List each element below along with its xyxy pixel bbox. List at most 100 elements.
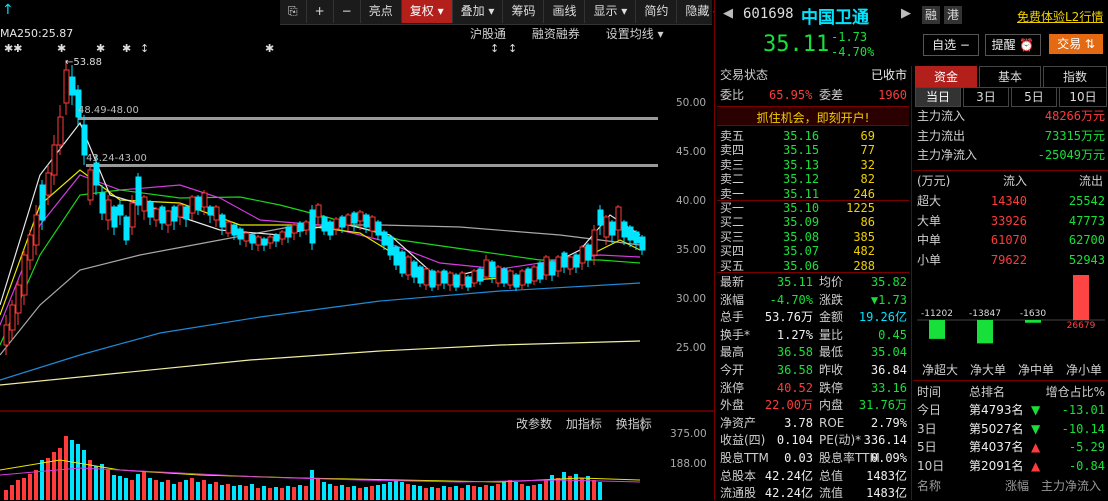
volume-bar <box>298 485 302 500</box>
event-marker[interactable]: ✱✱ <box>4 42 22 55</box>
tab-index[interactable]: 指数 <box>1043 66 1107 88</box>
event-marker[interactable]: ↕ <box>490 42 499 55</box>
flow-row-label: 中单 <box>917 233 942 247</box>
volume-bar <box>436 488 440 500</box>
ma120-line <box>0 282 641 381</box>
candle <box>471 269 478 287</box>
volume-bar <box>592 480 596 500</box>
event-marker[interactable]: ✱ <box>57 42 66 55</box>
tab-basic[interactable]: 基本 <box>979 66 1041 88</box>
candle <box>39 180 46 230</box>
stat-value: 0.03 <box>784 451 813 465</box>
volume-bar <box>454 486 458 500</box>
candle <box>591 225 598 265</box>
candle <box>105 195 112 230</box>
zoom-in-button[interactable]: + <box>307 0 334 23</box>
switch-indicator-button[interactable]: 换指标 <box>616 417 652 431</box>
rank-pct: -10.14 <box>1061 421 1105 436</box>
margin-tag: 融 <box>922 6 940 24</box>
flow-row-label: 超大 <box>917 194 942 208</box>
tab-5day[interactable]: 5日 <box>1011 87 1057 107</box>
resistance-band <box>78 117 658 120</box>
stat-label: 均价 <box>819 275 844 289</box>
candle <box>489 260 496 283</box>
chart-area[interactable]: ⎘ + − 亮点 复权 ▾ 叠加 ▾ 筹码 画线 显示 ▾ 简约 隐藏 ◂▸ 沪… <box>0 0 735 500</box>
volume-bar <box>478 487 482 500</box>
stat-label: 最低 <box>819 345 844 360</box>
main-flow-value: 48266万元 <box>1044 109 1105 123</box>
hk-connect-link[interactable]: 沪股通 <box>470 27 506 41</box>
tab-today[interactable]: 当日 <box>915 87 961 107</box>
volume-bar <box>364 487 368 500</box>
hk-tag: 港 <box>944 6 962 24</box>
main-flow-value: -25049万元 <box>1037 148 1105 162</box>
highlight-button[interactable]: 亮点 <box>361 0 402 23</box>
candle <box>51 135 58 185</box>
volume-bar <box>64 436 68 500</box>
volume-bar <box>238 485 242 500</box>
flow-out-value: 25542 <box>1068 194 1105 208</box>
volume-bar <box>490 486 494 500</box>
volume-bar <box>496 484 500 500</box>
event-marker[interactable]: ↕ <box>508 42 517 55</box>
chart-toolbar: ⎘ + − 亮点 复权 ▾ 叠加 ▾ 筹码 画线 显示 ▾ 简约 隐藏 ◂▸ <box>280 0 735 25</box>
copy-icon[interactable]: ⎘ <box>280 0 307 23</box>
draw-line-button[interactable]: 画线 <box>544 0 586 23</box>
free-l2-link[interactable]: 免费体验L2行情 <box>1017 8 1103 25</box>
candle <box>429 269 436 291</box>
candle <box>579 245 586 270</box>
chips-button[interactable]: 筹码 <box>503 0 545 23</box>
event-marker[interactable]: ✱ <box>265 42 274 55</box>
volume-bar <box>502 482 506 500</box>
ma-settings-dropdown[interactable]: 设置均线 ▾ <box>606 27 664 41</box>
candlestick-chart[interactable]: ←53.88 48.49-48.00 43.24-43.00 <box>0 55 660 405</box>
simple-mode-button[interactable]: 简约 <box>636 0 678 23</box>
candle <box>195 195 202 215</box>
open-account-banner[interactable]: 抓住机会，即刻开户! <box>717 106 909 126</box>
volume-bar <box>532 485 536 500</box>
flow-in-value: 61070 <box>990 233 1027 247</box>
candle <box>63 60 70 115</box>
stat-value: 2.79% <box>870 415 907 430</box>
price-alert-button[interactable]: 提醒 ⏰ <box>985 34 1041 56</box>
margin-trading-link[interactable]: 融资融券 <box>532 27 580 41</box>
stat-label: 换手* <box>720 327 751 342</box>
volume-bar <box>316 478 320 500</box>
stat-label: 涨跌 <box>819 292 844 307</box>
adjust-rights-dropdown[interactable]: 复权 ▾ <box>401 0 453 23</box>
candle <box>309 205 316 250</box>
event-marker[interactable]: ✱ <box>122 42 131 55</box>
event-marker[interactable]: ✱ <box>96 42 105 55</box>
net-flow-label: 净大单 <box>969 363 1006 377</box>
tab-10day[interactable]: 10日 <box>1059 87 1107 107</box>
candle <box>123 215 130 245</box>
fund-flow-panel: 资金 基本 指数 当日 3日 5日 10日 主力流入 48266万元 主力流出 733… <box>913 66 1108 500</box>
event-marker[interactable]: ↕ <box>140 42 149 55</box>
volume-chart[interactable] <box>0 430 660 500</box>
add-watchlist-button[interactable]: 自选 − <box>923 34 979 56</box>
overlay-dropdown[interactable]: 叠加 ▾ <box>453 0 504 23</box>
volume-bar <box>22 478 26 500</box>
candle <box>267 235 274 249</box>
next-stock-arrow-icon[interactable]: ▶ <box>901 6 911 21</box>
candle <box>219 213 226 235</box>
chart-menu: 沪股通 融资融券 设置均线 ▾ <box>470 25 686 42</box>
tab-fund[interactable]: 资金 <box>915 66 977 88</box>
rank-value: 第5027名 <box>969 421 1024 436</box>
add-indicator-button[interactable]: 加指标 <box>566 417 602 431</box>
candle <box>537 261 544 283</box>
candle <box>69 65 76 105</box>
zoom-out-button[interactable]: − <box>334 0 361 23</box>
edit-params-button[interactable]: 改参数 <box>516 417 552 431</box>
tab-3day[interactable]: 3日 <box>963 87 1009 107</box>
prev-stock-arrow-icon[interactable]: ◀ <box>723 6 733 21</box>
volume-bar <box>130 480 134 500</box>
up-arrow-icon: ▲ <box>1031 458 1041 473</box>
candle <box>87 165 94 205</box>
stat-label: 涨停 <box>720 380 745 395</box>
display-dropdown[interactable]: 显示 ▾ <box>585 0 637 23</box>
candle <box>639 235 646 255</box>
trade-button[interactable]: 交易 ⇅ <box>1049 34 1103 54</box>
volume-bar <box>472 486 476 500</box>
expand-arrow-icon[interactable]: ↑ <box>2 2 14 18</box>
